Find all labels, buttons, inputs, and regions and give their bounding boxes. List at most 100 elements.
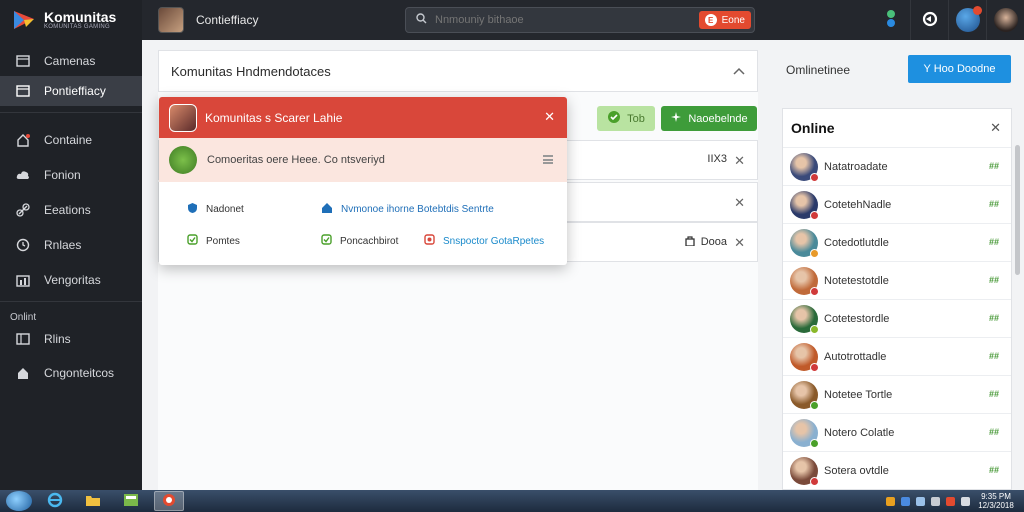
sidebar-item-eeations[interactable]: Eeations [0, 195, 142, 225]
popup-link-label: Poncachbirot [340, 235, 399, 247]
sidebar-item-fonion[interactable]: Fonion [0, 160, 142, 190]
tray-flag-icon[interactable] [931, 496, 940, 506]
status-dot [810, 362, 819, 372]
taskbar-folder[interactable] [78, 491, 108, 511]
sidebar-section-label: Onlint [10, 312, 37, 323]
sidebar-item-cngonteitcos[interactable]: Cngonteitcos [0, 358, 142, 388]
tob-button-label: Tob [627, 112, 645, 125]
status-dot [810, 286, 819, 296]
row-meta-text: IIX3 [707, 153, 727, 165]
home-icon [16, 366, 30, 380]
clock-date: 12/3/2018 [978, 501, 1014, 510]
friend-name: Cotedotlutdle [824, 236, 889, 249]
close-icon[interactable]: ✕ [734, 195, 745, 211]
sidebar-item-label: Rlins [44, 332, 71, 346]
chart-icon [16, 273, 30, 287]
top-icon-slot[interactable] [910, 0, 948, 40]
start-button-icon[interactable] [6, 491, 32, 511]
window-icon [16, 84, 30, 98]
menu-icon[interactable] [543, 155, 553, 164]
notification-popup: Komunitas s Scarer Lahie ✕ Comoeritas oe… [159, 97, 567, 265]
chevron-up-icon[interactable] [733, 63, 745, 78]
taskbar: 9:35 PM 12/3/2018 [0, 490, 1024, 512]
list-item[interactable]: Cotetestordle ## [783, 299, 1011, 337]
sidebar-item-rlins[interactable]: Rlins [0, 324, 142, 354]
sidebar-item-label: Rnlaes [44, 238, 82, 252]
popup-link-nvmonoe[interactable]: Nvmonoe ihorne Botebtdis Sentrte [321, 202, 494, 217]
search-box[interactable]: E Eone [405, 7, 755, 33]
row-meta-text: Dooa [700, 236, 727, 248]
tray-volume-icon[interactable] [916, 496, 925, 506]
online-header: Online ✕ [783, 109, 1011, 147]
taskbar-active-app[interactable] [154, 491, 184, 511]
sidebar-item-camenas[interactable]: Camenas [0, 46, 142, 76]
tray-network-icon[interactable] [901, 496, 910, 506]
list-item[interactable]: Natatroadate ## [783, 147, 1011, 185]
sidebar-item-containe[interactable]: Containe [0, 125, 142, 155]
sidebar-item-label: Containe [44, 133, 93, 147]
status-dot [810, 248, 819, 258]
link-icon [16, 203, 30, 217]
leaf-icon [885, 9, 897, 32]
list-item[interactable]: CotetehNadle ## [783, 185, 1011, 223]
brand[interactable]: Komunitas KOMUNITAS GAMING [0, 0, 142, 40]
list-item[interactable]: Notetestotdle ## [783, 261, 1011, 299]
list-item[interactable]: Notetee Tortle ## [783, 375, 1011, 413]
close-icon[interactable]: ✕ [734, 235, 745, 251]
window-icon [16, 332, 30, 346]
clock-time: 9:35 PM [981, 492, 1011, 501]
top-icon-slot[interactable] [872, 0, 910, 40]
close-icon[interactable]: ✕ [990, 120, 1001, 136]
taskbar-app[interactable] [116, 491, 146, 511]
close-icon[interactable]: ✕ [544, 109, 555, 125]
search-input[interactable] [435, 14, 685, 26]
popup-link-nadonet[interactable]: Nadonet [187, 202, 244, 217]
taskbar-browser[interactable] [40, 491, 70, 511]
search-button[interactable]: E Eone [698, 11, 751, 29]
system-tray: 9:35 PM 12/3/2018 [886, 490, 1016, 512]
list-item[interactable]: Autotrottadle ## [783, 337, 1011, 375]
friend-name: Cotetestordle [824, 312, 890, 325]
shield-app-icon [162, 493, 176, 510]
clock-icon [16, 238, 30, 252]
friend-badge: ## [988, 237, 999, 247]
sidebar-item-label: Cngonteitcos [44, 366, 115, 380]
sidebar-item-label: Pontieffiacy [44, 84, 106, 98]
list-item[interactable]: Notero Colatle ## [783, 413, 1011, 451]
close-icon[interactable]: ✕ [734, 153, 745, 169]
right-action-button[interactable]: Y Hoo Doodne [908, 55, 1011, 83]
friend-name: CotetehNadle [824, 198, 892, 211]
section-header[interactable]: Komunitas Hndmendotaces [158, 50, 758, 92]
tray-battery-icon[interactable] [961, 496, 970, 506]
sidebar-item-rnlaes[interactable]: Rnlaes [0, 230, 142, 260]
avatar[interactable] [158, 7, 184, 33]
popup-notice: Comoeritas oere Heee. Co ntsveriyd [159, 138, 567, 182]
sidebar-item-vengoritas[interactable]: Vengoritas [0, 265, 142, 295]
list-item[interactable]: Cotedotlutdle ## [783, 223, 1011, 261]
popup-link-snspoctor[interactable]: Snspoctor GotaRpetes [424, 234, 544, 248]
status-dot [810, 438, 819, 448]
sidebar: Komunitas KOMUNITAS GAMING Camenas Ponti… [0, 0, 142, 490]
lock-icon [685, 235, 695, 249]
avatar [790, 228, 819, 258]
sidebar-item-pontieffiacy[interactable]: Pontieffiacy [0, 76, 142, 106]
list-item[interactable]: Sotera ovtdle ## [783, 451, 1011, 489]
tob-button[interactable]: Tob [597, 106, 655, 131]
friend-list: Natatroadate ## CotetehNadle ## Cotedotlut… [783, 147, 1011, 489]
top-icon-slot[interactable] [948, 0, 986, 40]
popup-link-poncachbirot[interactable]: Poncachbirot [321, 234, 398, 248]
popup-link-pomtes[interactable]: Pomtes [187, 234, 240, 248]
friend-badge: ## [988, 351, 999, 361]
clock[interactable]: 9:35 PM 12/3/2018 [976, 492, 1016, 510]
tray-app-icon[interactable] [946, 496, 955, 506]
refresh-icon [922, 11, 938, 30]
popup-link-label: Snspoctor GotaRpetes [443, 235, 545, 247]
friend-name: Notetee Tortle [824, 388, 893, 401]
top-icon-slot[interactable] [986, 0, 1024, 40]
tray-warning-icon[interactable] [886, 496, 895, 506]
home-icon [321, 202, 333, 217]
scrollbar[interactable] [1015, 145, 1020, 275]
status-dot [810, 476, 819, 486]
naoebelnde-button[interactable]: Naoebelnde [661, 106, 757, 131]
friend-badge: ## [988, 199, 999, 209]
